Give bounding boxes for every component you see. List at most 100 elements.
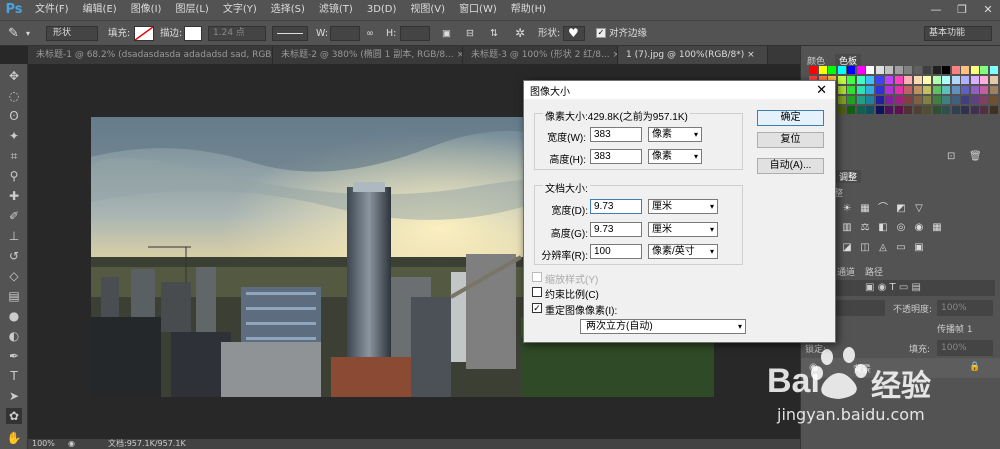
menu-filter[interactable]: 滤镜(T) <box>312 0 360 20</box>
tab-close-icon[interactable]: × <box>747 50 755 60</box>
resample-method-select[interactable]: 两次立方(自动) ▾ <box>580 319 746 334</box>
clone-stamp-icon[interactable]: ⊥ <box>6 228 22 244</box>
color-swatch[interactable] <box>989 76 998 84</box>
eyedropper-icon[interactable]: ⚲ <box>6 168 22 184</box>
new-swatch-icon[interactable]: ⊡ <box>947 151 955 162</box>
mode-select[interactable]: 形状 <box>46 26 98 41</box>
color-swatch[interactable] <box>837 66 846 74</box>
color-swatch[interactable] <box>856 76 865 84</box>
color-swatch[interactable] <box>980 76 988 84</box>
minimize-icon[interactable]: — <box>924 0 948 20</box>
close-icon[interactable]: ✕ <box>816 82 827 97</box>
eraser-tool-icon[interactable]: ◇ <box>6 268 22 284</box>
color-swatch[interactable] <box>942 66 950 74</box>
hue-icon[interactable]: ▥ <box>841 222 853 234</box>
color-swatch[interactable] <box>856 86 865 94</box>
color-swatch[interactable] <box>932 66 941 74</box>
color-swatch[interactable] <box>875 76 884 84</box>
color-swatch[interactable] <box>913 106 922 114</box>
selective-color-icon[interactable]: ▣ <box>913 242 925 254</box>
color-swatch[interactable] <box>837 86 846 94</box>
color-swatch[interactable] <box>989 66 998 74</box>
color-swatch[interactable] <box>904 96 912 104</box>
color-swatch[interactable] <box>951 76 960 84</box>
color-swatch[interactable] <box>913 86 922 94</box>
color-swatch[interactable] <box>923 86 931 94</box>
color-swatch[interactable] <box>875 96 884 104</box>
color-swatch[interactable] <box>970 66 979 74</box>
fill-swatch[interactable] <box>134 26 154 41</box>
gear-icon[interactable]: ✲ <box>515 25 525 42</box>
tab-document-1[interactable]: 未标题-1 @ 68.2% (dsadasdasda adadadsd sad,… <box>28 46 273 64</box>
dialog-titlebar[interactable]: 图像大小 ✕ <box>524 81 835 99</box>
bw-icon[interactable]: ◧ <box>877 222 889 234</box>
tab-channels[interactable]: 通道 <box>837 265 855 278</box>
color-swatch[interactable] <box>904 76 912 84</box>
color-swatch[interactable] <box>980 106 988 114</box>
resolution-unit-select[interactable]: 像素/英寸 ▾ <box>648 244 718 259</box>
dodge-tool-icon[interactable]: ◐ <box>6 328 22 344</box>
path-arrange-icon[interactable]: ⇅ <box>490 25 498 42</box>
constrain-checkbox[interactable] <box>532 287 542 297</box>
color-swatch[interactable] <box>961 96 969 104</box>
color-swatch[interactable] <box>847 96 855 104</box>
custom-shape-icon[interactable]: ✿ <box>6 408 22 424</box>
color-swatch[interactable] <box>961 86 969 94</box>
doc-width-unit-select[interactable]: 厘米 ▾ <box>648 199 718 214</box>
color-swatch[interactable] <box>885 76 893 84</box>
color-swatch[interactable] <box>970 96 979 104</box>
history-brush-icon[interactable]: ↺ <box>6 248 22 264</box>
menu-3d[interactable]: 3D(D) <box>360 0 404 20</box>
link-icon[interactable]: ∞ <box>366 25 374 42</box>
color-swatch[interactable] <box>904 106 912 114</box>
color-swatch[interactable] <box>923 76 931 84</box>
color-swatch[interactable] <box>856 106 865 114</box>
menu-type[interactable]: 文字(Y) <box>216 0 264 20</box>
px-width-unit-select[interactable]: 像素 ▾ <box>648 127 702 142</box>
color-swatch[interactable] <box>894 66 903 74</box>
tab-document-2[interactable]: 未标题-2 @ 380% (椭圆 1 副本, RGB/8... × <box>273 46 463 64</box>
type-tool-icon[interactable]: T <box>6 368 22 384</box>
reset-button[interactable]: 复位 <box>757 132 824 148</box>
color-swatch[interactable] <box>932 106 941 114</box>
color-swatch[interactable] <box>894 76 903 84</box>
levels-icon[interactable]: ▦ <box>859 203 871 215</box>
doc-width-input[interactable]: 9.73 <box>590 199 642 214</box>
color-swatch[interactable] <box>904 66 912 74</box>
exposure-icon[interactable]: ◩ <box>895 203 907 215</box>
move-tool-icon[interactable]: ✥ <box>6 68 22 84</box>
color-swatch[interactable] <box>980 96 988 104</box>
color-swatch[interactable] <box>989 106 998 114</box>
color-swatch[interactable] <box>970 86 979 94</box>
vibrance-icon[interactable]: ▽ <box>913 203 925 215</box>
color-swatch[interactable] <box>951 86 960 94</box>
menu-window[interactable]: 窗口(W) <box>452 0 504 20</box>
delete-swatch-icon[interactable]: 🗑 <box>969 151 982 162</box>
menu-file[interactable]: 文件(F) <box>28 0 76 20</box>
gradient-map-icon[interactable]: ▭ <box>895 242 907 254</box>
color-balance-icon[interactable]: ⚖ <box>859 222 871 234</box>
channel-mixer-icon[interactable]: ◉ <box>913 222 925 234</box>
gradient-tool-icon[interactable]: ▤ <box>6 288 22 304</box>
photo-filter-icon[interactable]: ◎ <box>895 222 907 234</box>
opacity-field[interactable]: 100% <box>937 300 993 316</box>
auto-button[interactable]: 自动(A)... <box>757 158 824 174</box>
path-ops-icon[interactable]: ▣ <box>442 25 451 42</box>
color-swatch[interactable] <box>818 66 827 74</box>
color-swatch[interactable] <box>847 86 855 94</box>
stroke-swatch[interactable] <box>184 26 202 41</box>
px-height-input[interactable]: 383 <box>590 149 642 164</box>
color-swatch[interactable] <box>942 76 950 84</box>
resample-checkbox[interactable]: ✓ <box>532 303 542 313</box>
color-swatch[interactable] <box>980 66 988 74</box>
color-swatch[interactable] <box>923 106 931 114</box>
color-swatch[interactable] <box>942 96 950 104</box>
color-swatch[interactable] <box>837 106 846 114</box>
color-swatch[interactable] <box>894 106 903 114</box>
color-swatch[interactable] <box>856 96 865 104</box>
color-swatch[interactable] <box>809 66 817 74</box>
color-swatch[interactable] <box>875 66 884 74</box>
px-height-unit-select[interactable]: 像素 ▾ <box>648 149 702 164</box>
color-swatch[interactable] <box>885 86 893 94</box>
color-swatch[interactable] <box>866 96 874 104</box>
